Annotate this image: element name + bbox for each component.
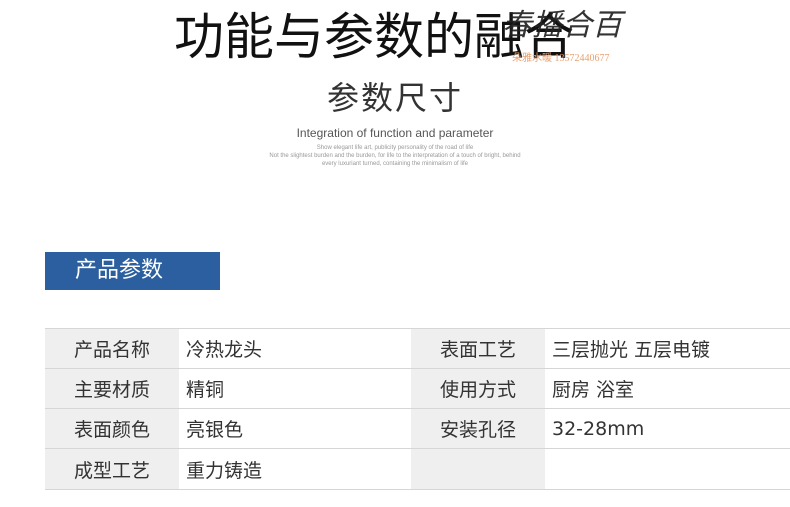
param-value: 厨房 浴室 <box>545 368 790 409</box>
param-value: 三层抛光 五层电镀 <box>545 328 790 369</box>
param-value: 冷热龙头 <box>179 328 411 369</box>
fine-print: Show elegant life art, publicity persona… <box>245 144 545 168</box>
page: 功能与参数的融合 春播合百 朵雅水暖 13572440677 参数尺寸 Inte… <box>0 0 790 507</box>
english-title: Integration of function and parameter <box>296 126 494 140</box>
table-row: 主要材质 精铜 使用方式 厨房 浴室 <box>45 368 790 409</box>
param-label: 产品名称 <box>45 328 179 369</box>
param-value: 亮银色 <box>179 408 411 449</box>
param-label: 成型工艺 <box>45 448 179 490</box>
fine-print-line: every luxuriant turned, containing the m… <box>321 161 469 167</box>
section-subtitle: 参数尺寸 <box>326 79 463 117</box>
fine-print-line: Not the slightest burden and the burden,… <box>269 153 521 159</box>
param-label <box>411 448 545 490</box>
table-row: 产品名称 冷热龙头 表面工艺 三层抛光 五层电镀 <box>45 328 790 369</box>
watermark-contact: 朵雅水暖 13572440677 <box>512 53 610 64</box>
table-row: 表面颜色 亮银色 安装孔径 32-28mm <box>45 408 790 449</box>
section-banner-label: 产品参数 <box>75 258 164 283</box>
watermark-signature: 春播合百 <box>502 8 622 43</box>
params-table: 产品名称 冷热龙头 表面工艺 三层抛光 五层电镀 主要材质 精铜 使用方式 厨房… <box>45 328 790 490</box>
param-value <box>545 448 790 490</box>
param-label: 使用方式 <box>411 368 545 409</box>
param-value: 32-28mm <box>545 408 790 449</box>
param-value: 精铜 <box>179 368 411 409</box>
section-banner: 产品参数 <box>45 252 220 290</box>
param-label: 表面颜色 <box>45 408 179 449</box>
param-label: 安装孔径 <box>411 408 545 449</box>
param-label: 表面工艺 <box>411 328 545 369</box>
table-row: 成型工艺 重力铸造 <box>45 448 790 490</box>
param-label: 主要材质 <box>45 368 179 409</box>
fine-print-line: Show elegant life art, publicity persona… <box>316 145 474 151</box>
param-value: 重力铸造 <box>179 448 411 490</box>
